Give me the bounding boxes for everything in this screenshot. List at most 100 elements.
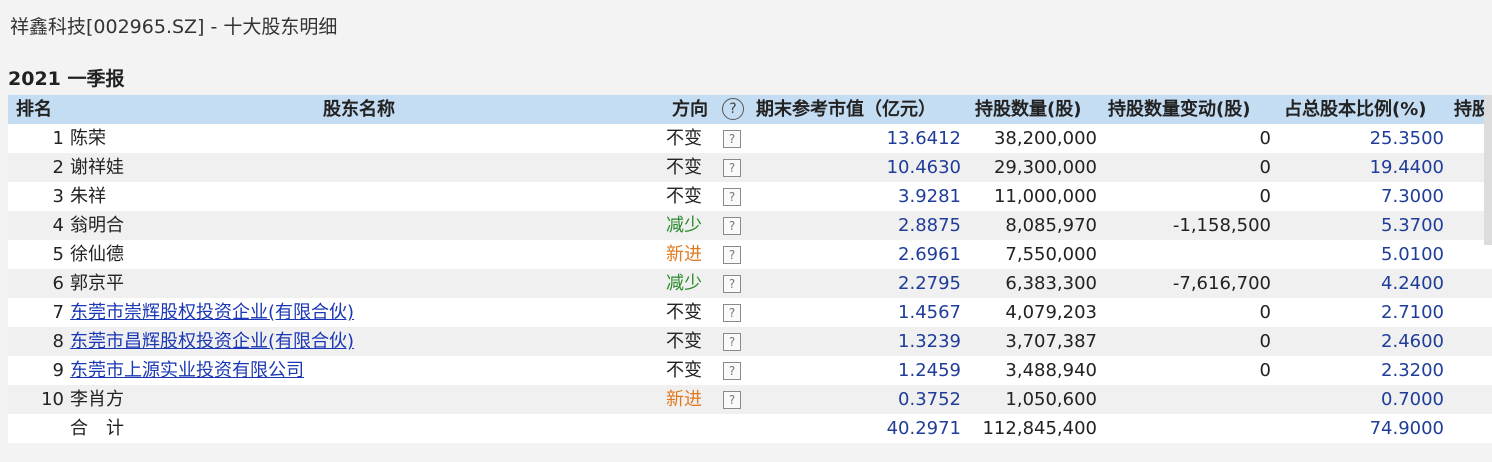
rank-cell: 8 (52, 331, 64, 352)
direction-detail-icon[interactable]: ? (723, 188, 741, 206)
header-direction[interactable]: 方向 (672, 95, 708, 124)
ratio-cell: 25.3500 (1369, 128, 1444, 149)
shareholder-name: 朱祥 (70, 186, 106, 207)
table-row: 7 东莞市崇辉股权投资企业(有限合伙) 不变? 1.4567 4,079,203 0 2.7… (8, 298, 1492, 327)
window-title: 祥鑫科技[002965.SZ] - 十大股东明细 (10, 16, 338, 38)
rank-cell: 1 (52, 128, 64, 149)
direction-cell: 新进 (666, 244, 702, 265)
rank-cell: 3 (52, 186, 64, 207)
change-cell: 0 (1259, 360, 1271, 381)
direction-cell: 不变 (666, 360, 702, 381)
ratio-cell: 2.3200 (1381, 360, 1444, 381)
rank-cell: 9 (52, 360, 64, 381)
ratio-cell: 2.4600 (1381, 331, 1444, 352)
shares-cell: 7,550,000 (1005, 244, 1097, 265)
direction-detail-icon[interactable]: ? (723, 159, 741, 177)
change-cell: 0 (1259, 331, 1271, 352)
direction-detail-icon[interactable]: ? (723, 304, 741, 322)
change-cell: -7,616,700 (1172, 273, 1271, 294)
direction-detail-icon[interactable]: ? (723, 362, 741, 380)
direction-detail-icon[interactable]: ? (723, 217, 741, 235)
shareholder-name: 徐仙德 (70, 244, 124, 265)
direction-cell: 减少 (666, 273, 702, 294)
ratio-cell: 4.2400 (1381, 273, 1444, 294)
direction-detail-icon[interactable]: ? (723, 391, 741, 409)
change-cell: -1,158,500 (1172, 215, 1271, 236)
total-row: 合 计 40.2971 112,845,400 74.9000 (8, 414, 1492, 443)
total-shares: 112,845,400 (982, 418, 1097, 439)
shares-cell: 29,300,000 (993, 157, 1097, 178)
direction-cell: 不变 (666, 331, 702, 352)
table-row: 1 陈荣 不变? 13.6412 38,200,000 0 25.3500 (8, 124, 1492, 153)
shares-cell: 8,085,970 (1005, 215, 1097, 236)
direction-detail-icon[interactable]: ? (723, 333, 741, 351)
vertical-scrollbar[interactable] (1484, 95, 1492, 245)
total-label: 合 计 (70, 418, 124, 439)
shares-cell: 1,050,600 (1005, 389, 1097, 410)
table-row: 5 徐仙德 新进? 2.6961 7,550,000 5.0100 (8, 240, 1492, 269)
change-cell (1108, 240, 1271, 269)
header-market-value[interactable]: 期末参考市值（亿元） (756, 95, 936, 124)
market-value-cell: 2.6961 (898, 244, 961, 265)
change-cell: 0 (1259, 302, 1271, 323)
ratio-cell: 2.7100 (1381, 302, 1444, 323)
table-row: 6 郭京平 减少? 2.2795 6,383,300 -7,616,700 4.2400 (8, 269, 1492, 298)
table-row: 9 东莞市上源实业投资有限公司 不变? 1.2459 3,488,940 0 2.3200 (8, 356, 1492, 385)
rank-cell: 7 (52, 302, 64, 323)
rank-cell: 4 (52, 215, 64, 236)
ratio-cell: 7.3000 (1381, 186, 1444, 207)
direction-cell: 新进 (666, 389, 702, 410)
shareholder-name: 郭京平 (70, 273, 124, 294)
shareholder-name: 谢祥娃 (70, 157, 124, 178)
table-row: 8 东莞市昌辉股权投资企业(有限合伙) 不变? 1.3239 3,707,387 0 2.4… (8, 327, 1492, 356)
shareholder-table: 排名 股东名称 方向 ? 期末参考市值（亿元） 持股数量(股) 持股数量变动(股… (8, 95, 1492, 443)
ratio-cell: 0.7000 (1381, 389, 1444, 410)
header-change[interactable]: 持股数量变动(股) (1108, 95, 1250, 124)
change-cell (1108, 385, 1271, 414)
header-shares[interactable]: 持股数量(股) (975, 95, 1081, 124)
ratio-cell: 19.4400 (1369, 157, 1444, 178)
change-cell: 0 (1259, 157, 1271, 178)
header-ratio[interactable]: 占总股本比例(%) (1284, 95, 1427, 124)
shareholder-name[interactable]: 东莞市昌辉股权投资企业(有限合伙) (70, 327, 354, 356)
table-row: 3 朱祥 不变? 3.9281 11,000,000 0 7.3000 (8, 182, 1492, 211)
ratio-cell: 5.0100 (1381, 244, 1444, 265)
direction-help-icon[interactable]: ? (722, 98, 744, 120)
direction-cell: 不变 (666, 157, 702, 178)
market-value-cell: 1.3239 (898, 331, 961, 352)
section-title: 2021 一季报 (8, 68, 125, 90)
shareholder-name: 陈荣 (70, 128, 106, 149)
table-row: 4 翁明合 减少? 2.8875 8,085,970 -1,158,500 5.3700 (8, 211, 1492, 240)
table-row: 10 李肖方 新进? 0.3752 1,050,600 0.7000 (8, 385, 1492, 414)
total-ratio: 74.9000 (1369, 418, 1444, 439)
shares-cell: 11,000,000 (993, 186, 1097, 207)
market-value-cell: 10.4630 (886, 157, 961, 178)
rank-cell: 10 (41, 389, 64, 410)
market-value-cell: 2.2795 (898, 273, 961, 294)
rank-cell: 6 (52, 273, 64, 294)
total-market-value: 40.2971 (886, 418, 961, 439)
shareholder-name[interactable]: 东莞市上源实业投资有限公司 (70, 356, 304, 385)
market-value-cell: 3.9281 (898, 186, 961, 207)
shares-cell: 6,383,300 (1005, 273, 1097, 294)
shareholder-name: 李肖方 (70, 389, 124, 410)
header-name[interactable]: 股东名称 (323, 95, 395, 124)
table-row: 2 谢祥娃 不变? 10.4630 29,300,000 0 19.4400 (8, 153, 1492, 182)
shares-cell: 4,079,203 (1005, 302, 1097, 323)
direction-cell: 不变 (666, 128, 702, 149)
rank-cell: 2 (52, 157, 64, 178)
shareholder-name: 翁明合 (70, 215, 124, 236)
market-value-cell: 1.2459 (898, 360, 961, 381)
shares-cell: 38,200,000 (993, 128, 1097, 149)
direction-cell: 不变 (666, 302, 702, 323)
shareholder-name[interactable]: 东莞市崇辉股权投资企业(有限合伙) (70, 298, 354, 327)
change-cell: 0 (1259, 186, 1271, 207)
ratio-cell: 5.3700 (1381, 215, 1444, 236)
shares-cell: 3,488,940 (1005, 360, 1097, 381)
header-rank[interactable]: 排名 (16, 95, 52, 124)
table-header-row: 排名 股东名称 方向 ? 期末参考市值（亿元） 持股数量(股) 持股数量变动(股… (8, 95, 1492, 124)
direction-detail-icon[interactable]: ? (723, 275, 741, 293)
market-value-cell: 0.3752 (898, 389, 961, 410)
direction-detail-icon[interactable]: ? (723, 130, 741, 148)
direction-detail-icon[interactable]: ? (723, 246, 741, 264)
